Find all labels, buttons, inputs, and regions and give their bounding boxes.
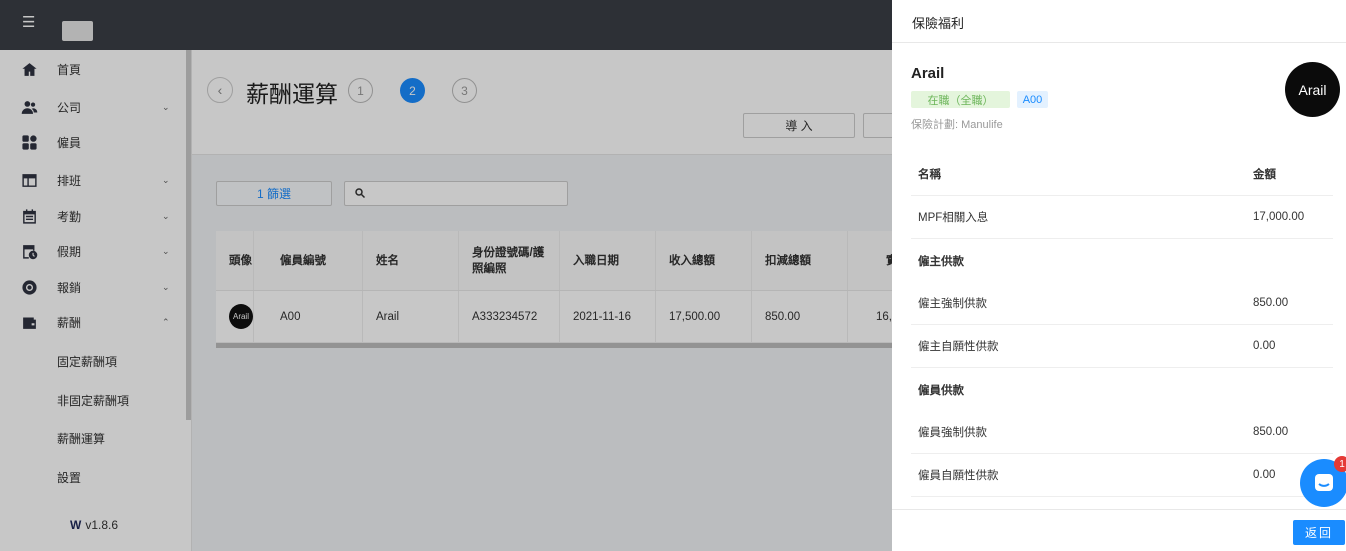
table-row: 僱員自願性供款 0.00 — [911, 454, 1333, 497]
item-name: 僱員自願性供款 — [918, 470, 999, 482]
column-header: 名稱 — [918, 169, 941, 181]
return-button[interactable]: 返回 — [1293, 520, 1345, 545]
item-name: 僱主強制供款 — [918, 298, 987, 310]
item-amount: 0.00 — [1253, 469, 1276, 481]
table-row: 僱員強制供款 850.00 — [911, 411, 1333, 454]
drawer-footer: 返回 — [892, 509, 1346, 551]
drawer-header: 保險福利 — [892, 0, 1346, 43]
item-amount: 17,000.00 — [1253, 211, 1305, 223]
insurance-table-header: 名稱 金額 — [911, 153, 1333, 196]
item-name: MPF相關入息 — [918, 212, 989, 224]
drawer-title: 保險福利 — [912, 16, 965, 31]
item-amount: 850.00 — [1253, 297, 1289, 309]
status-badge: 在職（全職） — [911, 91, 1010, 108]
modal-overlay[interactable] — [0, 0, 892, 551]
chat-icon — [1315, 474, 1333, 491]
column-header: 金額 — [1253, 169, 1276, 181]
insurance-table: 名稱 金額 MPF相關入息 17,000.00 僱主供款 僱主強制供款 850.… — [911, 153, 1333, 497]
employee-code-badge: A00 — [1017, 91, 1048, 108]
item-amount: 0.00 — [1253, 340, 1276, 352]
group-row: 僱員供款 — [911, 368, 1333, 411]
employee-name: Arail — [911, 65, 945, 82]
item-name: 僱主自願性供款 — [918, 341, 999, 353]
insurance-plan: 保險計劃: Manulife — [911, 119, 1003, 131]
insurance-drawer: 保險福利 Arail 在職（全職） A00 保險計劃: Manulife Ara… — [892, 0, 1346, 551]
group-name: 僱主供款 — [918, 255, 964, 268]
table-row: 僱主強制供款 850.00 — [911, 282, 1333, 325]
table-row: 僱主自願性供款 0.00 — [911, 325, 1333, 368]
group-name: 僱員供款 — [918, 384, 964, 397]
item-name: 僱員強制供款 — [918, 427, 987, 439]
notification-badge: 1 — [1334, 456, 1346, 472]
avatar: Arail — [1285, 62, 1340, 117]
item-amount: 850.00 — [1253, 426, 1289, 438]
group-row: 僱主供款 — [911, 239, 1333, 282]
table-row: MPF相關入息 17,000.00 — [911, 196, 1333, 239]
